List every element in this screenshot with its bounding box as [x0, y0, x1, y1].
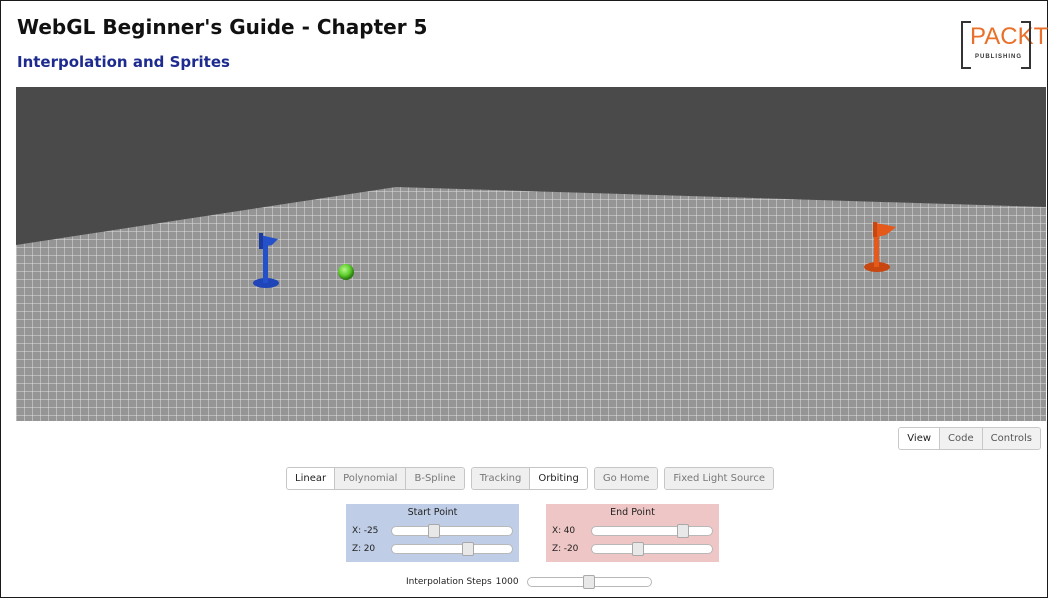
start-x-slider-handle[interactable] — [428, 524, 440, 538]
end-z-slider[interactable] — [591, 542, 713, 556]
end-x-slider-handle[interactable] — [677, 524, 690, 538]
interpolation-steps-slider-handle[interactable] — [583, 575, 596, 589]
start-point-panel: Start Point X: -25 Z: 20 — [346, 504, 519, 562]
start-z-row: Z: 20 — [352, 540, 513, 558]
start-x-value: -25 — [363, 526, 379, 536]
end-z-value: -20 — [563, 544, 579, 554]
polynomial-button[interactable]: Polynomial — [334, 468, 406, 489]
linear-button[interactable]: Linear — [287, 468, 335, 489]
page-subtitle: Interpolation and Sprites — [17, 53, 230, 71]
control-buttons: Linear Polynomial B-Spline Tracking Orbi… — [286, 467, 774, 490]
scene-svg — [16, 87, 1046, 421]
fixed-light-group: Fixed Light Source — [664, 467, 774, 490]
end-x-row: X: 40 — [552, 522, 713, 540]
page-title: WebGL Beginner's Guide - Chapter 5 — [17, 15, 428, 39]
fixed-light-source-button[interactable]: Fixed Light Source — [665, 468, 773, 489]
interpolation-steps-control: Interpolation Steps 1000 — [406, 575, 652, 589]
logo-word: PACKT — [970, 23, 1049, 50]
orbiting-button[interactable]: Orbiting — [529, 468, 587, 489]
interpolated-ball — [338, 264, 354, 280]
interpolation-steps-label: Interpolation Steps — [406, 577, 492, 587]
tracking-button[interactable]: Tracking — [471, 468, 530, 489]
start-x-label: X: — [352, 526, 362, 536]
start-z-slider-handle[interactable] — [461, 542, 474, 556]
end-x-slider[interactable] — [591, 524, 713, 538]
end-z-row: Z: -20 — [552, 540, 713, 558]
go-home-group: Go Home — [593, 467, 659, 490]
webgl-canvas[interactable] — [16, 87, 1046, 421]
end-point-title: End Point — [610, 507, 655, 518]
logo-bracket-right — [1021, 21, 1031, 69]
logo-subtext: PUBLISHING — [975, 54, 1023, 60]
end-z-slider-handle[interactable] — [631, 542, 644, 556]
app-frame: WebGL Beginner's Guide - Chapter 5 Inter… — [0, 0, 1048, 598]
end-x-value: 40 — [563, 526, 576, 536]
interpolation-steps-slider[interactable] — [526, 575, 652, 589]
tab-code[interactable]: Code — [939, 428, 982, 449]
tab-controls[interactable]: Controls — [981, 428, 1040, 449]
start-x-slider[interactable] — [391, 524, 513, 538]
view-tabs: View Code Controls — [898, 427, 1041, 450]
end-point-panel: End Point X: 40 Z: -20 — [546, 504, 719, 562]
camera-mode-button-group: Tracking Orbiting — [470, 467, 588, 490]
start-x-row: X: -25 — [352, 522, 513, 540]
end-z-label: Z: — [552, 544, 562, 554]
start-z-slider[interactable] — [391, 542, 513, 556]
tab-view[interactable]: View — [899, 428, 940, 449]
interpolation-steps-value: 1000 — [495, 577, 519, 587]
start-point-title: Start Point — [407, 507, 458, 518]
bspline-button[interactable]: B-Spline — [405, 468, 464, 489]
end-x-label: X: — [552, 526, 562, 536]
go-home-button[interactable]: Go Home — [594, 468, 658, 489]
interpolation-button-group: Linear Polynomial B-Spline — [286, 467, 465, 490]
packt-logo: PACKT PUBLISHING — [961, 21, 1048, 69]
start-z-label: Z: — [352, 544, 362, 554]
start-z-value: 20 — [363, 544, 376, 554]
